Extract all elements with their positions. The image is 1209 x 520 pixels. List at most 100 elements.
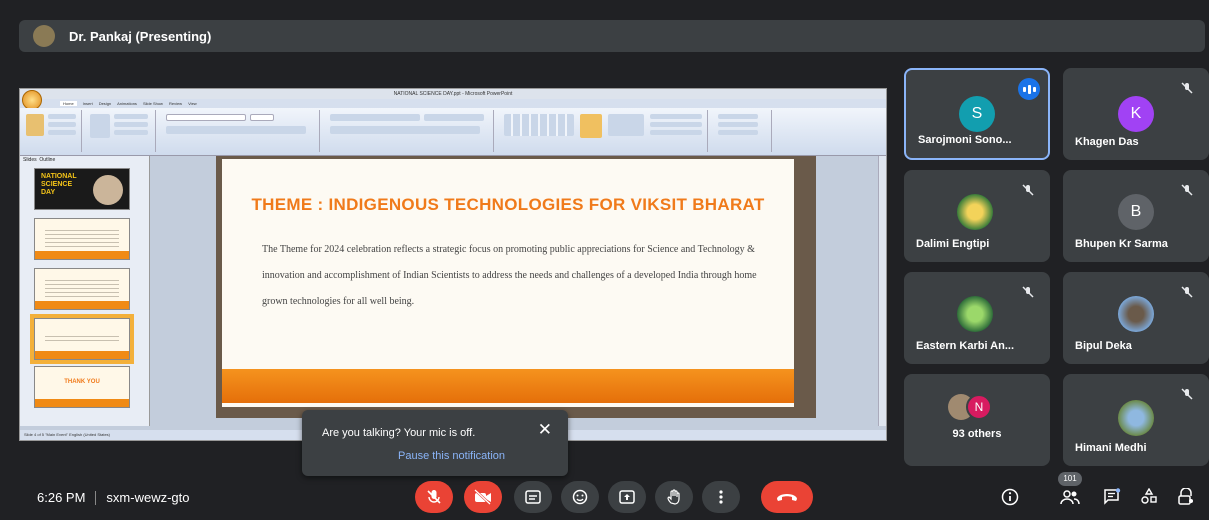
avatar bbox=[1118, 296, 1154, 332]
people-icon bbox=[1060, 490, 1080, 505]
more-vert-icon bbox=[719, 490, 723, 504]
participant-name: Eastern Karbi An... bbox=[916, 340, 1015, 352]
mic-off-icon bbox=[1179, 386, 1195, 402]
hand-icon bbox=[667, 489, 680, 505]
mic-off-icon bbox=[427, 490, 441, 504]
close-icon[interactable]: ✕ bbox=[538, 420, 552, 440]
reactions-button[interactable] bbox=[561, 481, 599, 513]
participant-name: Bipul Deka bbox=[1075, 340, 1132, 352]
ribbon-tab: Insert bbox=[82, 101, 93, 106]
scientist-portrait bbox=[93, 175, 123, 205]
ribbon-group-drawing bbox=[498, 110, 708, 152]
chat-button[interactable] bbox=[1101, 486, 1123, 508]
mic-off-icon bbox=[1020, 182, 1036, 198]
mic-off-notification: Are you talking? Your mic is off. ✕ Paus… bbox=[302, 410, 568, 476]
mic-off-icon bbox=[1020, 284, 1036, 300]
shared-screen[interactable]: NATIONAL SCIENCE DAY.ppt - Microsoft Pow… bbox=[19, 88, 887, 441]
others-tile[interactable]: N 93 others bbox=[904, 374, 1050, 466]
ribbon-tabs: Home Insert Design Animations Slide Show… bbox=[20, 99, 886, 108]
thumb-title: NATIONAL SCIENCE DAY bbox=[41, 173, 77, 196]
mic-toggle-button[interactable] bbox=[415, 481, 453, 513]
pane-tabs: Slides Outline bbox=[20, 156, 149, 165]
meeting-info: 6:26 PM sxm-wewz-gto bbox=[37, 490, 190, 505]
participant-tile[interactable]: Himani Medhi bbox=[1063, 374, 1209, 466]
ppt-workspace: Slides Outline NATIONAL SCIENCE DAY THAN… bbox=[20, 156, 886, 432]
participant-name: Sarojmoni Sono... bbox=[918, 134, 1012, 146]
present-screen-icon bbox=[619, 490, 635, 504]
current-slide: THEME : INDIGENOUS TECHNOLOGIES FOR VIKS… bbox=[222, 159, 794, 407]
avatar bbox=[957, 296, 993, 332]
presenter-avatar bbox=[33, 25, 55, 47]
thumb-thankyou: THANK YOU bbox=[64, 379, 100, 385]
slide-thumbnail[interactable] bbox=[34, 218, 130, 260]
pane-tab-slides[interactable]: Slides bbox=[23, 157, 37, 163]
people-button[interactable] bbox=[1059, 486, 1081, 508]
pause-notification-link[interactable]: Pause this notification bbox=[398, 450, 505, 462]
participant-name: Khagen Das bbox=[1075, 136, 1139, 148]
ribbon-tab: Animations bbox=[117, 101, 137, 106]
participant-name: Himani Medhi bbox=[1075, 442, 1147, 454]
participant-tile[interactable]: Eastern Karbi An... bbox=[904, 272, 1050, 364]
slide-orange-bar bbox=[222, 369, 794, 403]
mic-off-icon bbox=[1179, 80, 1195, 96]
present-button[interactable] bbox=[608, 481, 646, 513]
presenter-label: Dr. Pankaj (Presenting) bbox=[69, 28, 212, 44]
avatar: K bbox=[1118, 96, 1154, 132]
ribbon-tab: View bbox=[188, 101, 197, 106]
captions-icon bbox=[525, 490, 541, 504]
lock-person-icon bbox=[1178, 488, 1193, 505]
participant-tile[interactable]: Dalimi Engtipi bbox=[904, 170, 1050, 262]
avatar: S bbox=[959, 96, 995, 132]
emoji-icon bbox=[572, 489, 588, 505]
participant-count-badge: 101 bbox=[1058, 472, 1082, 486]
ppt-window-title: NATIONAL SCIENCE DAY.ppt - Microsoft Pow… bbox=[393, 91, 513, 97]
meeting-details-button[interactable] bbox=[999, 486, 1021, 508]
participant-tile[interactable]: B Bhupen Kr Sarma bbox=[1063, 170, 1209, 262]
leave-call-button[interactable] bbox=[761, 481, 813, 513]
slide-title: THEME : INDIGENOUS TECHNOLOGIES FOR VIKS… bbox=[251, 195, 765, 214]
others-count: 93 others bbox=[952, 428, 1002, 440]
captions-button[interactable] bbox=[514, 481, 552, 513]
divider bbox=[95, 490, 97, 505]
participant-tile[interactable]: Bipul Deka bbox=[1063, 272, 1209, 364]
activities-button[interactable] bbox=[1138, 486, 1160, 508]
ribbon-group-slides bbox=[86, 110, 156, 152]
speaking-indicator-icon bbox=[1018, 78, 1040, 100]
slide-thumbnail-pane: Slides Outline NATIONAL SCIENCE DAY THAN… bbox=[20, 156, 150, 426]
ribbon-group-editing bbox=[712, 110, 772, 152]
pane-tab-outline[interactable]: Outline bbox=[39, 157, 55, 163]
vertical-scrollbar[interactable] bbox=[878, 156, 886, 426]
ribbon-tab: Slide Show bbox=[142, 101, 163, 106]
slide-thumbnail[interactable] bbox=[34, 268, 130, 310]
slide-thumbnail-selected[interactable] bbox=[30, 314, 134, 364]
ribbon bbox=[20, 108, 886, 156]
camera-off-icon bbox=[474, 489, 491, 505]
avatar bbox=[957, 194, 993, 230]
ribbon-group-font bbox=[160, 110, 320, 152]
meeting-code: sxm-wewz-gto bbox=[106, 490, 190, 505]
slide-thumbnail[interactable]: NATIONAL SCIENCE DAY bbox=[34, 168, 130, 210]
ribbon-tab: Home bbox=[60, 101, 77, 106]
participant-tile[interactable]: S Sarojmoni Sono... bbox=[904, 68, 1050, 160]
activities-icon bbox=[1141, 488, 1157, 504]
ribbon-tab: Review bbox=[168, 101, 183, 106]
slide-thumbnail[interactable]: THANK YOU bbox=[34, 366, 130, 408]
notification-message: Are you talking? Your mic is off. bbox=[322, 427, 476, 439]
ppt-titlebar: NATIONAL SCIENCE DAY.ppt - Microsoft Pow… bbox=[20, 89, 886, 110]
mic-off-icon bbox=[1179, 284, 1195, 300]
participant-tile[interactable]: K Khagen Das bbox=[1063, 68, 1209, 160]
raise-hand-button[interactable] bbox=[655, 481, 693, 513]
participant-name: Bhupen Kr Sarma bbox=[1075, 238, 1168, 250]
ribbon-group-paragraph bbox=[324, 110, 494, 152]
info-icon bbox=[1001, 488, 1019, 506]
office-button-icon bbox=[22, 90, 42, 110]
presenter-bar: Dr. Pankaj (Presenting) bbox=[19, 20, 1205, 52]
avatar: N bbox=[966, 394, 992, 420]
host-controls-button[interactable] bbox=[1175, 486, 1197, 508]
ribbon-group-clipboard bbox=[22, 110, 82, 152]
camera-toggle-button[interactable] bbox=[464, 481, 502, 513]
ribbon-tab: Design bbox=[98, 101, 112, 106]
avatar: B bbox=[1118, 194, 1154, 230]
more-options-button[interactable] bbox=[702, 481, 740, 513]
mic-off-icon bbox=[1179, 182, 1195, 198]
